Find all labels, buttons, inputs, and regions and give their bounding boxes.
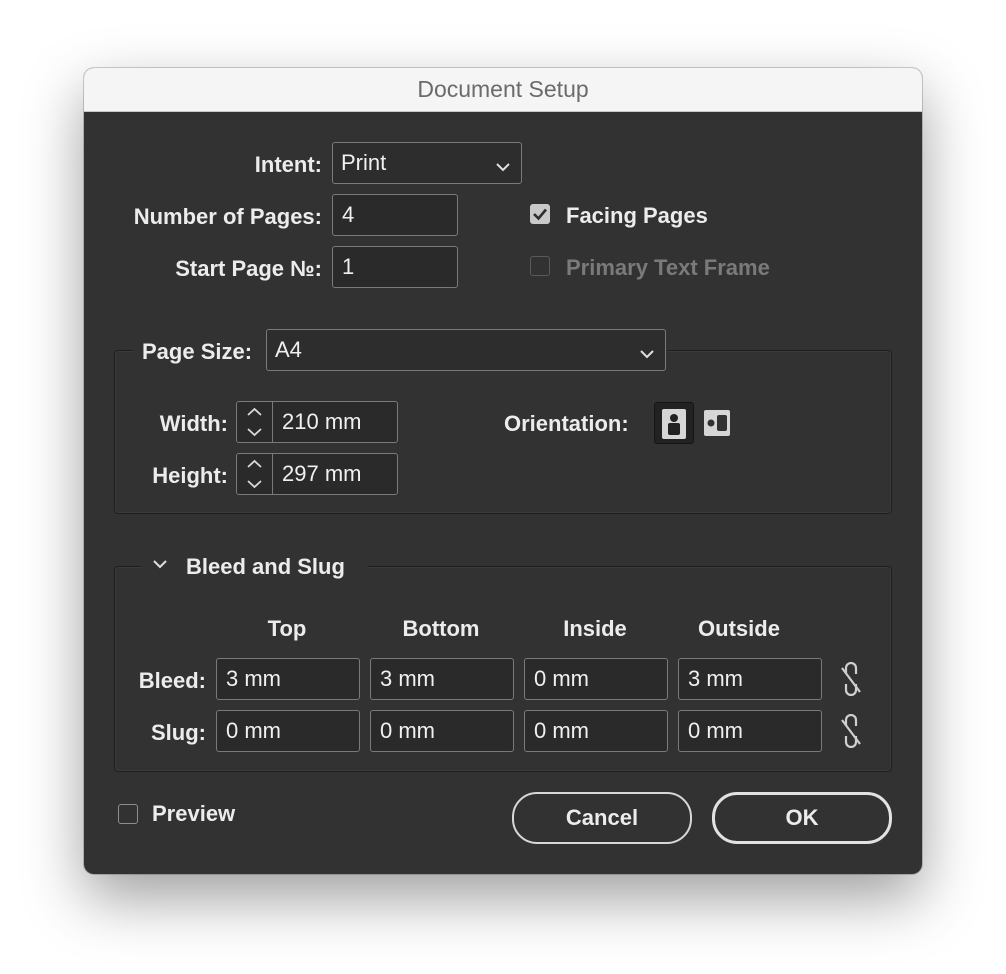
column-header-top: Top	[267, 616, 307, 641]
height-label: Height:	[152, 463, 228, 488]
height-stepper[interactable]: 297 mm	[236, 453, 398, 495]
page-size-group	[114, 350, 892, 514]
slug-bottom-input[interactable]: 0 mm	[370, 710, 514, 752]
preview-checkbox[interactable]	[118, 804, 138, 824]
ok-button[interactable]: OK	[712, 792, 892, 844]
bleed-label: Bleed:	[138, 668, 206, 693]
column-header-inside: Inside	[563, 616, 627, 641]
column-header-bottom: Bottom	[402, 616, 480, 641]
landscape-orientation-icon	[704, 410, 730, 436]
landscape-orientation-button[interactable]	[702, 402, 732, 444]
stepper-arrows-icon[interactable]	[237, 402, 273, 442]
intent-label: Intent:	[254, 152, 322, 177]
slug-top-input[interactable]: 0 mm	[216, 710, 360, 752]
disclosure-chevron-icon[interactable]	[148, 552, 172, 576]
primary-text-frame-checkbox[interactable]	[530, 256, 550, 276]
page-size-label: Page Size:	[142, 339, 253, 364]
preview-label: Preview	[152, 801, 236, 826]
page-size-value: A4	[275, 337, 302, 362]
bleed-top-input[interactable]: 3 mm	[216, 658, 360, 700]
cancel-button[interactable]: Cancel	[512, 792, 692, 844]
intent-dropdown[interactable]: Print	[332, 142, 522, 184]
height-value[interactable]: 297 mm	[273, 454, 397, 494]
width-label: Width:	[159, 411, 228, 436]
width-stepper[interactable]: 210 mm	[236, 401, 398, 443]
chevron-down-icon	[639, 342, 655, 368]
unlink-chain-icon[interactable]	[836, 713, 866, 749]
facing-pages-checkbox[interactable]	[530, 204, 550, 224]
orientation-label: Orientation:	[504, 411, 629, 436]
page-size-dropdown[interactable]: A4	[266, 329, 666, 371]
bleed-slug-section-label: Bleed and Slug	[186, 554, 345, 579]
slug-inside-input[interactable]: 0 mm	[524, 710, 668, 752]
unlink-chain-icon[interactable]	[836, 661, 866, 697]
bleed-bottom-input[interactable]: 3 mm	[370, 658, 514, 700]
intent-value: Print	[341, 150, 387, 175]
bleed-outside-input[interactable]: 3 mm	[678, 658, 822, 700]
start-page-label: Start Page №:	[175, 256, 322, 281]
number-of-pages-label: Number of Pages:	[133, 204, 322, 229]
primary-text-frame-label: Primary Text Frame	[566, 255, 770, 280]
portrait-orientation-button[interactable]	[654, 402, 694, 444]
window-title: Document Setup	[84, 68, 922, 112]
portrait-orientation-icon	[662, 409, 686, 439]
number-of-pages-input[interactable]: 4	[332, 194, 458, 236]
checkmark-icon	[533, 208, 547, 221]
column-header-outside: Outside	[698, 616, 780, 641]
stepper-arrows-icon[interactable]	[237, 454, 273, 494]
chevron-down-icon	[495, 155, 511, 181]
facing-pages-label: Facing Pages	[566, 203, 708, 228]
width-value[interactable]: 210 mm	[273, 402, 397, 442]
slug-label: Slug:	[151, 720, 206, 745]
bleed-inside-input[interactable]: 0 mm	[524, 658, 668, 700]
document-setup-dialog: Document Setup Intent: Print Number of P…	[84, 68, 922, 874]
slug-outside-input[interactable]: 0 mm	[678, 710, 822, 752]
start-page-input[interactable]: 1	[332, 246, 458, 288]
